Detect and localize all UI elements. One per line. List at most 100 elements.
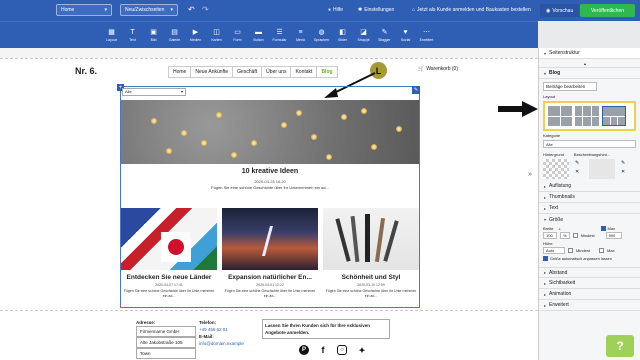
map-icon: ◫ <box>213 29 220 36</box>
instagram-icon[interactable]: ○ <box>337 345 347 355</box>
nav-item[interactable]: Home <box>169 67 192 77</box>
toolbar-language-button[interactable]: ◍ Sprachen <box>311 22 332 48</box>
toolbar-button-button[interactable]: ▬ Button <box>248 22 269 48</box>
toolbar-label: Text <box>129 38 136 42</box>
toolbar-layout-button[interactable]: ▦ Layout <box>101 22 122 48</box>
hero-title[interactable]: 10 kreative Ideen <box>121 168 419 175</box>
section-spacing[interactable]: ▸ Abstand <box>539 267 640 279</box>
chevron-right-icon: ▸ <box>544 302 547 308</box>
cart-link[interactable]: 🛒 Warenkorb (0) <box>418 66 458 72</box>
section-listing[interactable]: ▸ Auflistung <box>539 181 640 192</box>
toolbar-label: Layout <box>106 38 117 42</box>
site-logo[interactable]: Nr. 6. <box>75 66 97 76</box>
text-icon: T <box>130 29 135 36</box>
cart-icon: 🛒 <box>418 66 425 72</box>
width-unit-select[interactable]: % <box>560 232 570 240</box>
toolbar-shop-button[interactable]: ◪ Shop/pt <box>353 22 374 48</box>
toolbar-formula-button[interactable]: ☰ Formular <box>269 22 290 48</box>
category-select[interactable]: Alle <box>543 140 636 148</box>
height-select[interactable]: Auto <box>543 247 565 255</box>
toolbar-text-button[interactable]: T Text <box>122 22 143 48</box>
lightning-bolt <box>261 226 274 256</box>
settings-link[interactable]: ✱ Einstellungen <box>358 7 394 13</box>
toolbar-label: Sozial <box>400 38 411 42</box>
collapse-panel-icon[interactable]: » <box>528 171 532 178</box>
max-input[interactable]: 990 <box>605 232 622 240</box>
section-visibility[interactable]: ▸ Sichtbarkeit <box>539 278 640 290</box>
desc-bg-swatch[interactable] <box>589 159 615 179</box>
facebook-icon[interactable]: f <box>318 345 328 355</box>
toolbar-extras-button[interactable]: ⋯ Erweitert <box>416 22 437 48</box>
blog-filter-select[interactable]: Alle ▾ <box>122 88 186 96</box>
light-bulb <box>216 112 222 118</box>
toolbar-map-button[interactable]: ◫ Karten <box>206 22 227 48</box>
email-link[interactable]: info@domain.example <box>199 340 259 347</box>
toolbar-social-button[interactable]: ♥ Sozial <box>395 22 416 48</box>
section-thumbnails[interactable]: ▸ Thumbnails <box>539 192 640 203</box>
light-bulb <box>326 154 332 160</box>
panel-scroll-up[interactable]: ▴ <box>539 59 640 68</box>
section-text[interactable]: ▸ Text <box>539 203 640 214</box>
undo-icon[interactable]: ↶ <box>188 5 195 14</box>
layout-featured-option[interactable] <box>602 106 626 126</box>
close-icon[interactable]: ✕ <box>621 168 629 177</box>
light-bulb <box>201 140 207 146</box>
height-min-checkbox[interactable] <box>568 248 573 254</box>
nav-item[interactable]: Neue Ankünfte <box>191 67 234 77</box>
toolbar-menu-button[interactable]: ≡ Menü <box>290 22 311 48</box>
filter-value: Alle <box>125 89 132 94</box>
redo-icon[interactable]: ↷ <box>202 5 209 14</box>
layout-grid-option[interactable] <box>548 106 572 126</box>
preview-button[interactable]: ◉ Vorschau <box>540 4 580 17</box>
edit-icon[interactable]: ✎ <box>412 86 420 94</box>
width-input[interactable]: 100 <box>543 232 557 240</box>
toolbar-slider-button[interactable]: ◧ Slider <box>332 22 353 48</box>
nav-item[interactable]: Geschäft <box>233 67 263 77</box>
blog-card[interactable]: Expansion natürlicher En... 2020-04-01 1… <box>222 208 318 308</box>
min-checkbox[interactable] <box>572 233 578 239</box>
twitter-icon[interactable]: ✦ <box>357 345 367 355</box>
bg-swatch[interactable] <box>543 159 569 179</box>
pinterest-icon[interactable]: P <box>299 345 309 355</box>
brushes-image <box>323 208 419 270</box>
section-size[interactable]: ▾ Größe <box>539 214 640 225</box>
auto-size-checkbox[interactable] <box>543 256 548 262</box>
toolbar-label: Slider <box>338 38 347 42</box>
nav-item[interactable]: Über uns <box>262 67 292 77</box>
publish-button[interactable]: Veröffentlichen <box>580 4 635 17</box>
panel-header[interactable]: ▾ Seitenstruktur <box>539 48 640 59</box>
pencil-icon[interactable]: ✎ <box>621 159 629 168</box>
max-checkbox[interactable] <box>601 226 607 232</box>
toolbar-media-button[interactable]: ▶ Medien <box>185 22 206 48</box>
address-line: Town <box>136 348 196 359</box>
social-icon: ♥ <box>403 29 408 36</box>
max-label: Max <box>607 226 616 231</box>
phone-link[interactable]: +49 456 52 81 <box>199 326 259 333</box>
toolbar-label: Form <box>233 38 242 42</box>
section-advanced[interactable]: ▸ Erweitert <box>539 300 640 312</box>
toolbar-image-button[interactable]: ▣ Bild <box>143 22 164 48</box>
address-heading: Adresse: <box>136 320 156 325</box>
hero-image[interactable] <box>121 100 419 164</box>
edit-posts-button[interactable]: Beiträge bearbeiten <box>543 82 597 91</box>
promo-link[interactable]: ⌂ Jetzt als Kunde anmelden und Baukasten … <box>412 7 531 13</box>
footer-contact: Telefon: +49 456 52 81 E-Mail: info@doma… <box>199 319 259 347</box>
blog-card[interactable]: Schönheit und Styl 2020-03-10 12:09 Füge… <box>323 208 419 308</box>
page-select[interactable]: Home ▾ <box>56 4 112 16</box>
height-max-checkbox[interactable] <box>599 248 605 254</box>
layout-icon: ▦ <box>108 29 115 36</box>
toolbar-blog-button[interactable]: ✎ Blogger <box>374 22 395 48</box>
section-label: Sichtbarkeit <box>549 280 576 287</box>
pencil-icon[interactable]: ✎ <box>575 159 583 168</box>
toolbar-gallery-button[interactable]: ▤ Galerie <box>164 22 185 48</box>
blog-card[interactable]: Entdecken Sie neue Länder 2020-04-07 17:… <box>121 208 217 308</box>
nav-item[interactable]: Kontakt <box>291 67 318 77</box>
help-link[interactable]: ● Hilfe <box>328 7 343 13</box>
help-button[interactable]: ? <box>606 335 634 357</box>
section-animation[interactable]: ▸ Animation <box>539 289 640 301</box>
close-icon[interactable]: ✕ <box>575 168 583 177</box>
new-page-select[interactable]: Neu/Zwischseiten ▾ <box>120 4 178 16</box>
layout-tiles-option[interactable] <box>575 106 599 126</box>
toolbar-form-button[interactable]: ▭ Form <box>227 22 248 48</box>
blog-section-toggle[interactable]: ▾ Blog <box>539 68 640 79</box>
